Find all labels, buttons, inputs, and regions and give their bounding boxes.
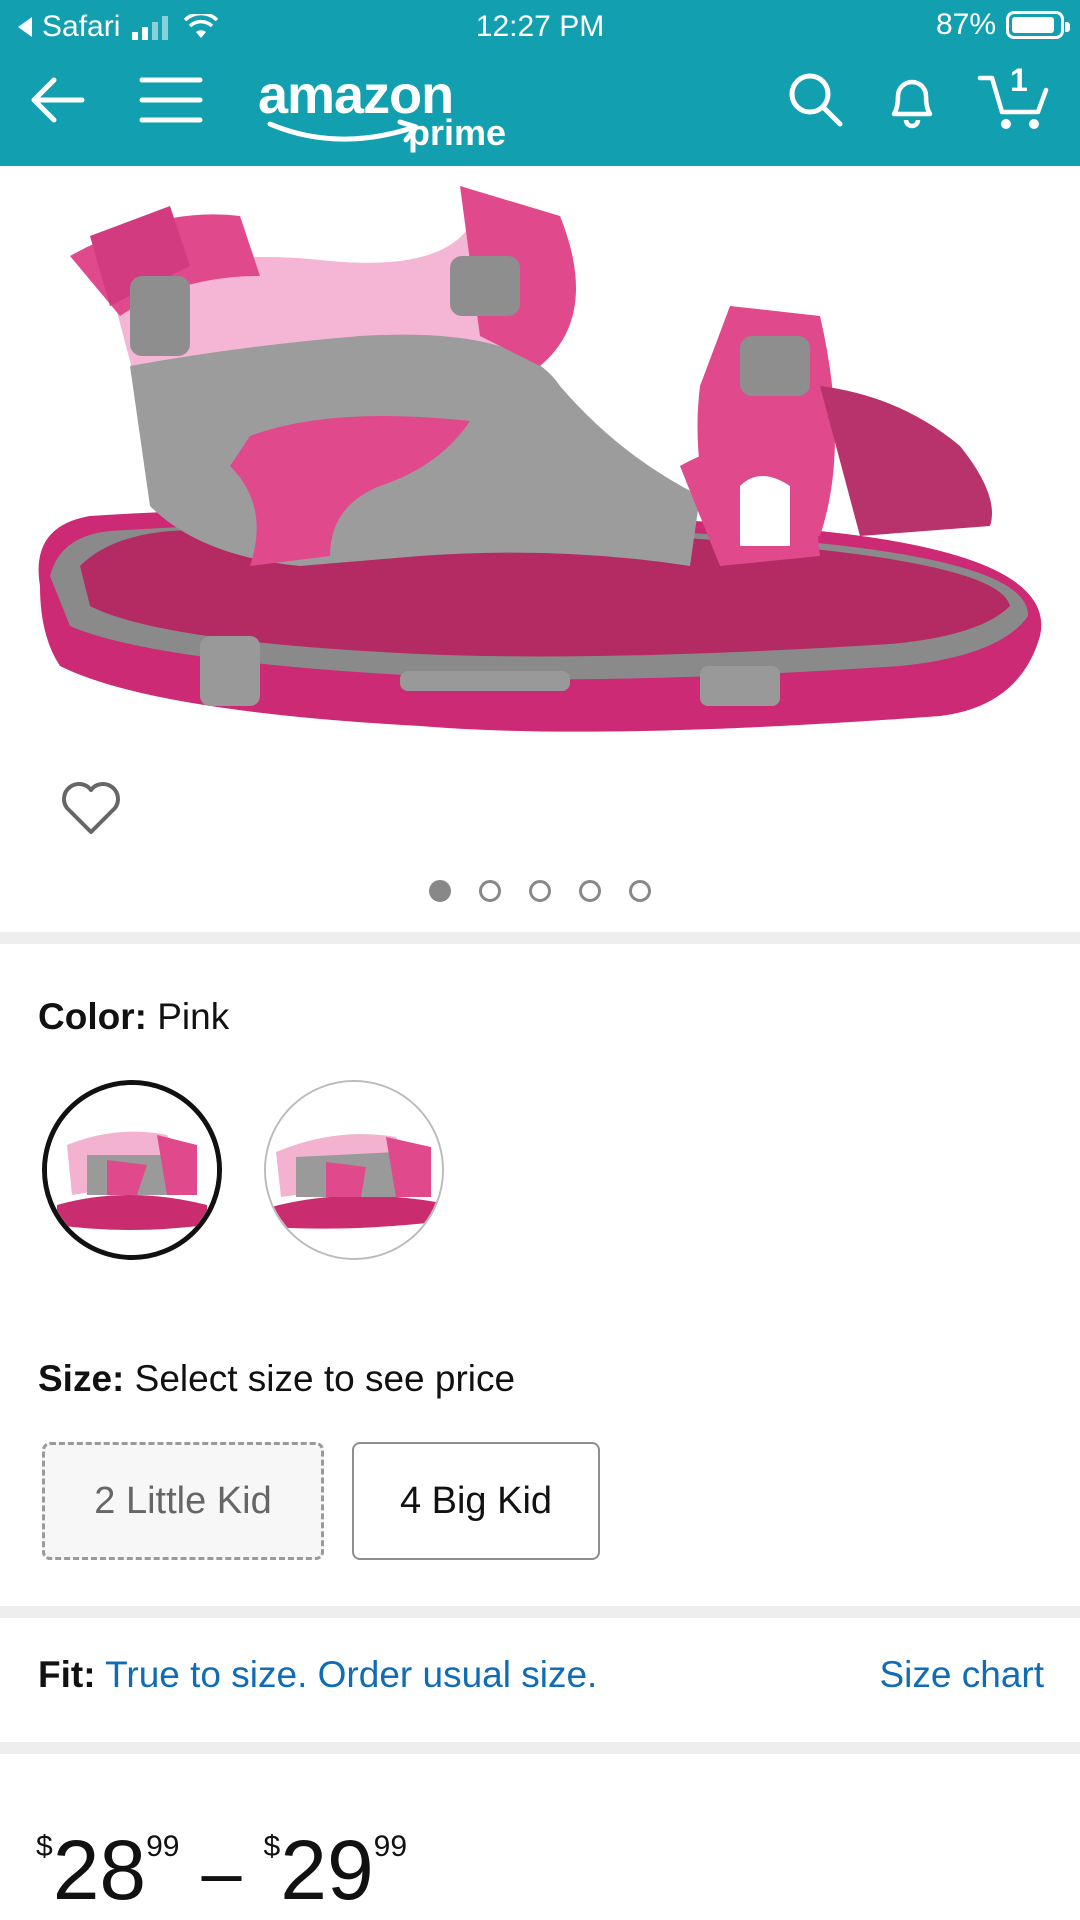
nav-bar: amazon prime 1 <box>0 58 1080 166</box>
amazon-prime-logo[interactable]: amazon prime <box>258 64 518 154</box>
price-range-separator: – <box>201 1833 242 1913</box>
color-swatch-option[interactable] <box>264 1080 444 1260</box>
pagination-dot-5[interactable] <box>629 880 651 902</box>
search-icon[interactable] <box>784 68 848 132</box>
logo-prime: prime <box>408 112 507 153</box>
price-high-fraction: 99 <box>373 1830 408 1863</box>
price-high-whole: 29 <box>280 1823 374 1917</box>
section-divider <box>0 1606 1080 1618</box>
status-time: 12:27 PM <box>475 10 605 43</box>
battery-percent: 87% <box>935 8 996 41</box>
size-option-4-big-kid[interactable]: 4 Big Kid <box>352 1442 600 1560</box>
battery-icon <box>1006 11 1070 39</box>
status-bar: Safari 12:27 PM 87% <box>0 0 1080 58</box>
pagination-dot-4[interactable] <box>579 880 601 902</box>
cart-count-badge: 1 <box>1010 62 1028 98</box>
color-label: Color: <box>38 996 147 1037</box>
battery-status: 87% <box>935 8 1070 42</box>
price-low-fraction: 99 <box>146 1830 180 1863</box>
size-chart-link[interactable]: Size chart <box>879 1654 1044 1696</box>
product-image[interactable] <box>0 166 1080 766</box>
size-row: Size: Select size to see price <box>38 1358 515 1400</box>
pagination-dot-2[interactable] <box>479 880 501 902</box>
app-header: Safari 12:27 PM 87% amazon prime 1 <box>0 0 1080 166</box>
fit-label: Fit: <box>38 1654 96 1695</box>
price-high-currency: $ <box>263 1830 281 1863</box>
color-swatch-selected[interactable] <box>42 1080 222 1260</box>
price-range: $ 28 99 – $ 29 99 <box>36 1814 425 1914</box>
swatch-thumbnail-2 <box>266 1082 442 1258</box>
swatch-thumbnail-1 <box>47 1085 217 1255</box>
color-row: Color: Pink <box>38 996 229 1038</box>
pagination-dot-3[interactable] <box>529 880 551 902</box>
section-divider <box>0 1742 1080 1754</box>
fit-recommendation-link[interactable]: True to size. Order usual size. <box>105 1654 597 1695</box>
smile-arrow-icon <box>267 119 419 143</box>
size-label: Size: <box>38 1358 125 1399</box>
wishlist-heart-icon[interactable] <box>60 778 122 836</box>
color-value: Pink <box>157 996 230 1037</box>
size-option-2-little-kid[interactable]: 2 Little Kid <box>42 1442 324 1560</box>
price-low-currency: $ <box>36 1830 53 1863</box>
pagination-dot-1[interactable] <box>429 880 451 902</box>
image-pagination <box>0 880 1080 902</box>
menu-icon[interactable] <box>138 68 204 132</box>
section-divider <box>0 932 1080 944</box>
back-arrow-icon[interactable] <box>26 68 90 132</box>
bell-icon[interactable] <box>880 68 944 132</box>
size-value: Select size to see price <box>134 1358 516 1399</box>
price-low-whole: 28 <box>52 1823 147 1917</box>
